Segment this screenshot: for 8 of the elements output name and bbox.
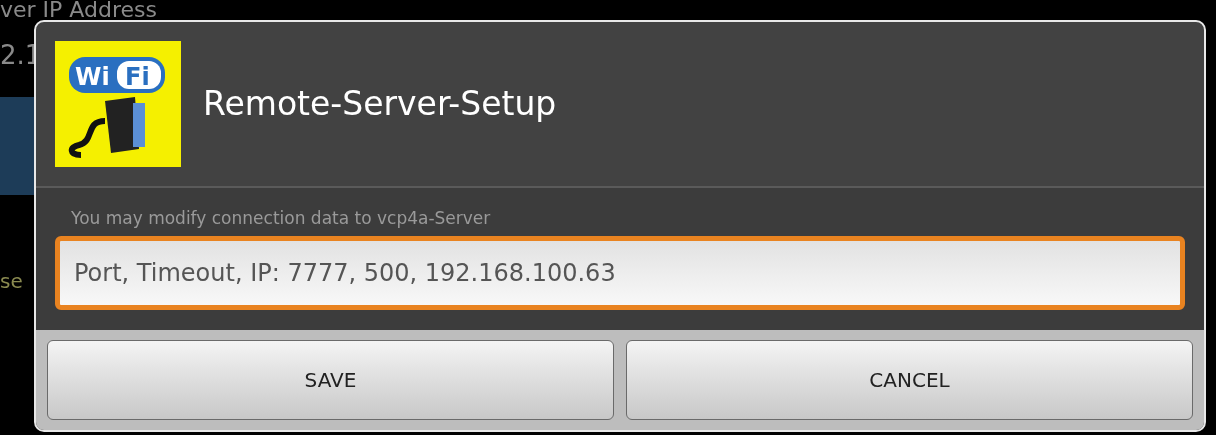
background-label: ver IP Address	[0, 0, 157, 23]
dialog-button[interactable]: SAVE	[47, 339, 614, 420]
dialog-button[interactable]: CANCEL	[626, 339, 1193, 420]
connection-input-field[interactable]: Port, Timeout, IP: 7777, 500, 192.168.100.63	[55, 235, 1185, 310]
wifi-connector-icon: Wi Fi	[55, 41, 181, 167]
dialog-message: You may modify connection data to vcp4a-Server	[70, 207, 492, 230]
dialog-title: Remote-Server-Setup	[203, 83, 557, 126]
background-text: se	[0, 268, 23, 295]
